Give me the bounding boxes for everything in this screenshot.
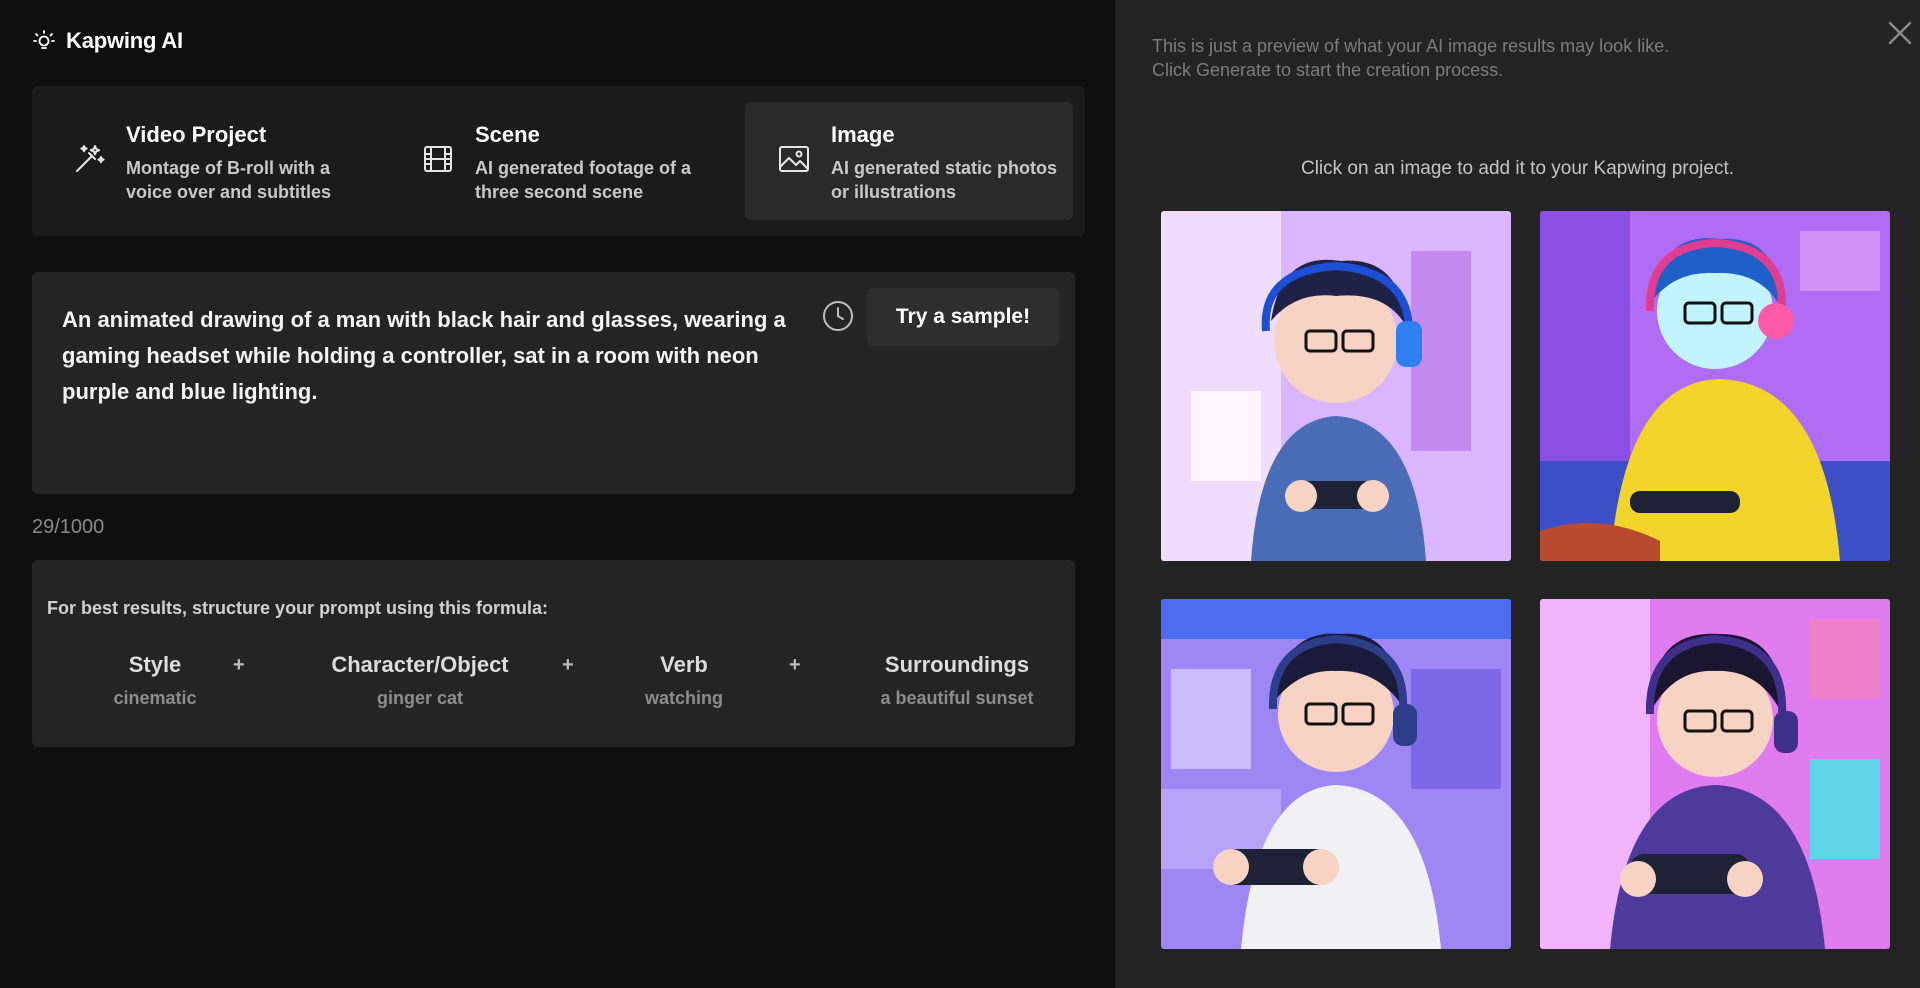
formula-example: a beautiful sunset (880, 688, 1034, 708)
formula-label: Style (128, 652, 182, 677)
gamer-illustration (1540, 599, 1890, 949)
prompt-panel: Kapwing AI Video Project Montage of B-ro… (0, 0, 1115, 988)
mode-description: Montage of B-roll with a voice over and … (126, 158, 332, 202)
result-image-2[interactable] (1540, 211, 1890, 561)
formula-label: Verb (660, 652, 708, 677)
formula-example: watching (644, 688, 723, 708)
mode-title: Video Project (126, 122, 267, 147)
preview-note: This is just a preview of what your AI i… (1152, 36, 1670, 80)
lightbulb-icon (32, 29, 56, 53)
gamer-illustration (1161, 211, 1511, 561)
app-title: Kapwing AI (66, 28, 183, 53)
mode-title: Scene (475, 122, 540, 147)
try-sample-button[interactable]: Try a sample! (867, 288, 1059, 346)
formula-item-surroundings: Surroundings a beautiful sunset (852, 652, 1062, 709)
mode-selector: Video Project Montage of B-roll with a v… (32, 86, 1085, 236)
formula-item-character: Character/Object ginger cat (290, 652, 550, 709)
click-instruction: Click on an image to add it to your Kapw… (1300, 158, 1734, 179)
character-counter: 29/1000 (32, 516, 105, 538)
brand-header: Kapwing AI (32, 28, 183, 54)
film-icon (421, 142, 455, 176)
formula-plus: + (233, 654, 245, 676)
mode-video-project[interactable]: Video Project Montage of B-roll with a v… (40, 102, 368, 220)
close-icon[interactable] (1884, 17, 1916, 49)
prompt-text[interactable]: An animated drawing of a man with black … (62, 302, 802, 410)
image-icon (777, 142, 811, 176)
formula-item-verb: Verb watching (614, 652, 754, 709)
formula-example: ginger cat (376, 688, 464, 708)
magic-wand-icon (72, 142, 106, 176)
preview-panel: This is just a preview of what your AI i… (1115, 0, 1920, 988)
mode-description: AI generated static photos or illustrati… (831, 158, 1058, 202)
mode-description: AI generated footage of a three second s… (475, 158, 692, 202)
result-image-3[interactable] (1161, 599, 1511, 949)
clock-icon[interactable] (820, 298, 856, 334)
formula-label: Surroundings (884, 652, 1030, 677)
result-image-4[interactable] (1540, 599, 1890, 949)
formula-plus: + (562, 654, 574, 676)
formula-item-style: Style cinematic (80, 652, 230, 709)
gamer-illustration (1540, 211, 1890, 561)
prompt-formula-card: For best results, structure your prompt … (32, 560, 1075, 747)
mode-scene[interactable]: Scene AI generated footage of a three se… (389, 102, 717, 220)
formula-plus: + (789, 654, 801, 676)
formula-label: Character/Object (331, 652, 509, 677)
prompt-input[interactable]: An animated drawing of a man with black … (32, 272, 1075, 494)
formula-intro: For best results, structure your prompt … (47, 598, 549, 618)
gamer-illustration (1161, 599, 1511, 949)
result-image-1[interactable] (1161, 211, 1511, 561)
formula-example: cinematic (113, 688, 197, 708)
mode-image[interactable]: Image AI generated static photos or illu… (745, 102, 1073, 220)
mode-title: Image (831, 122, 895, 147)
